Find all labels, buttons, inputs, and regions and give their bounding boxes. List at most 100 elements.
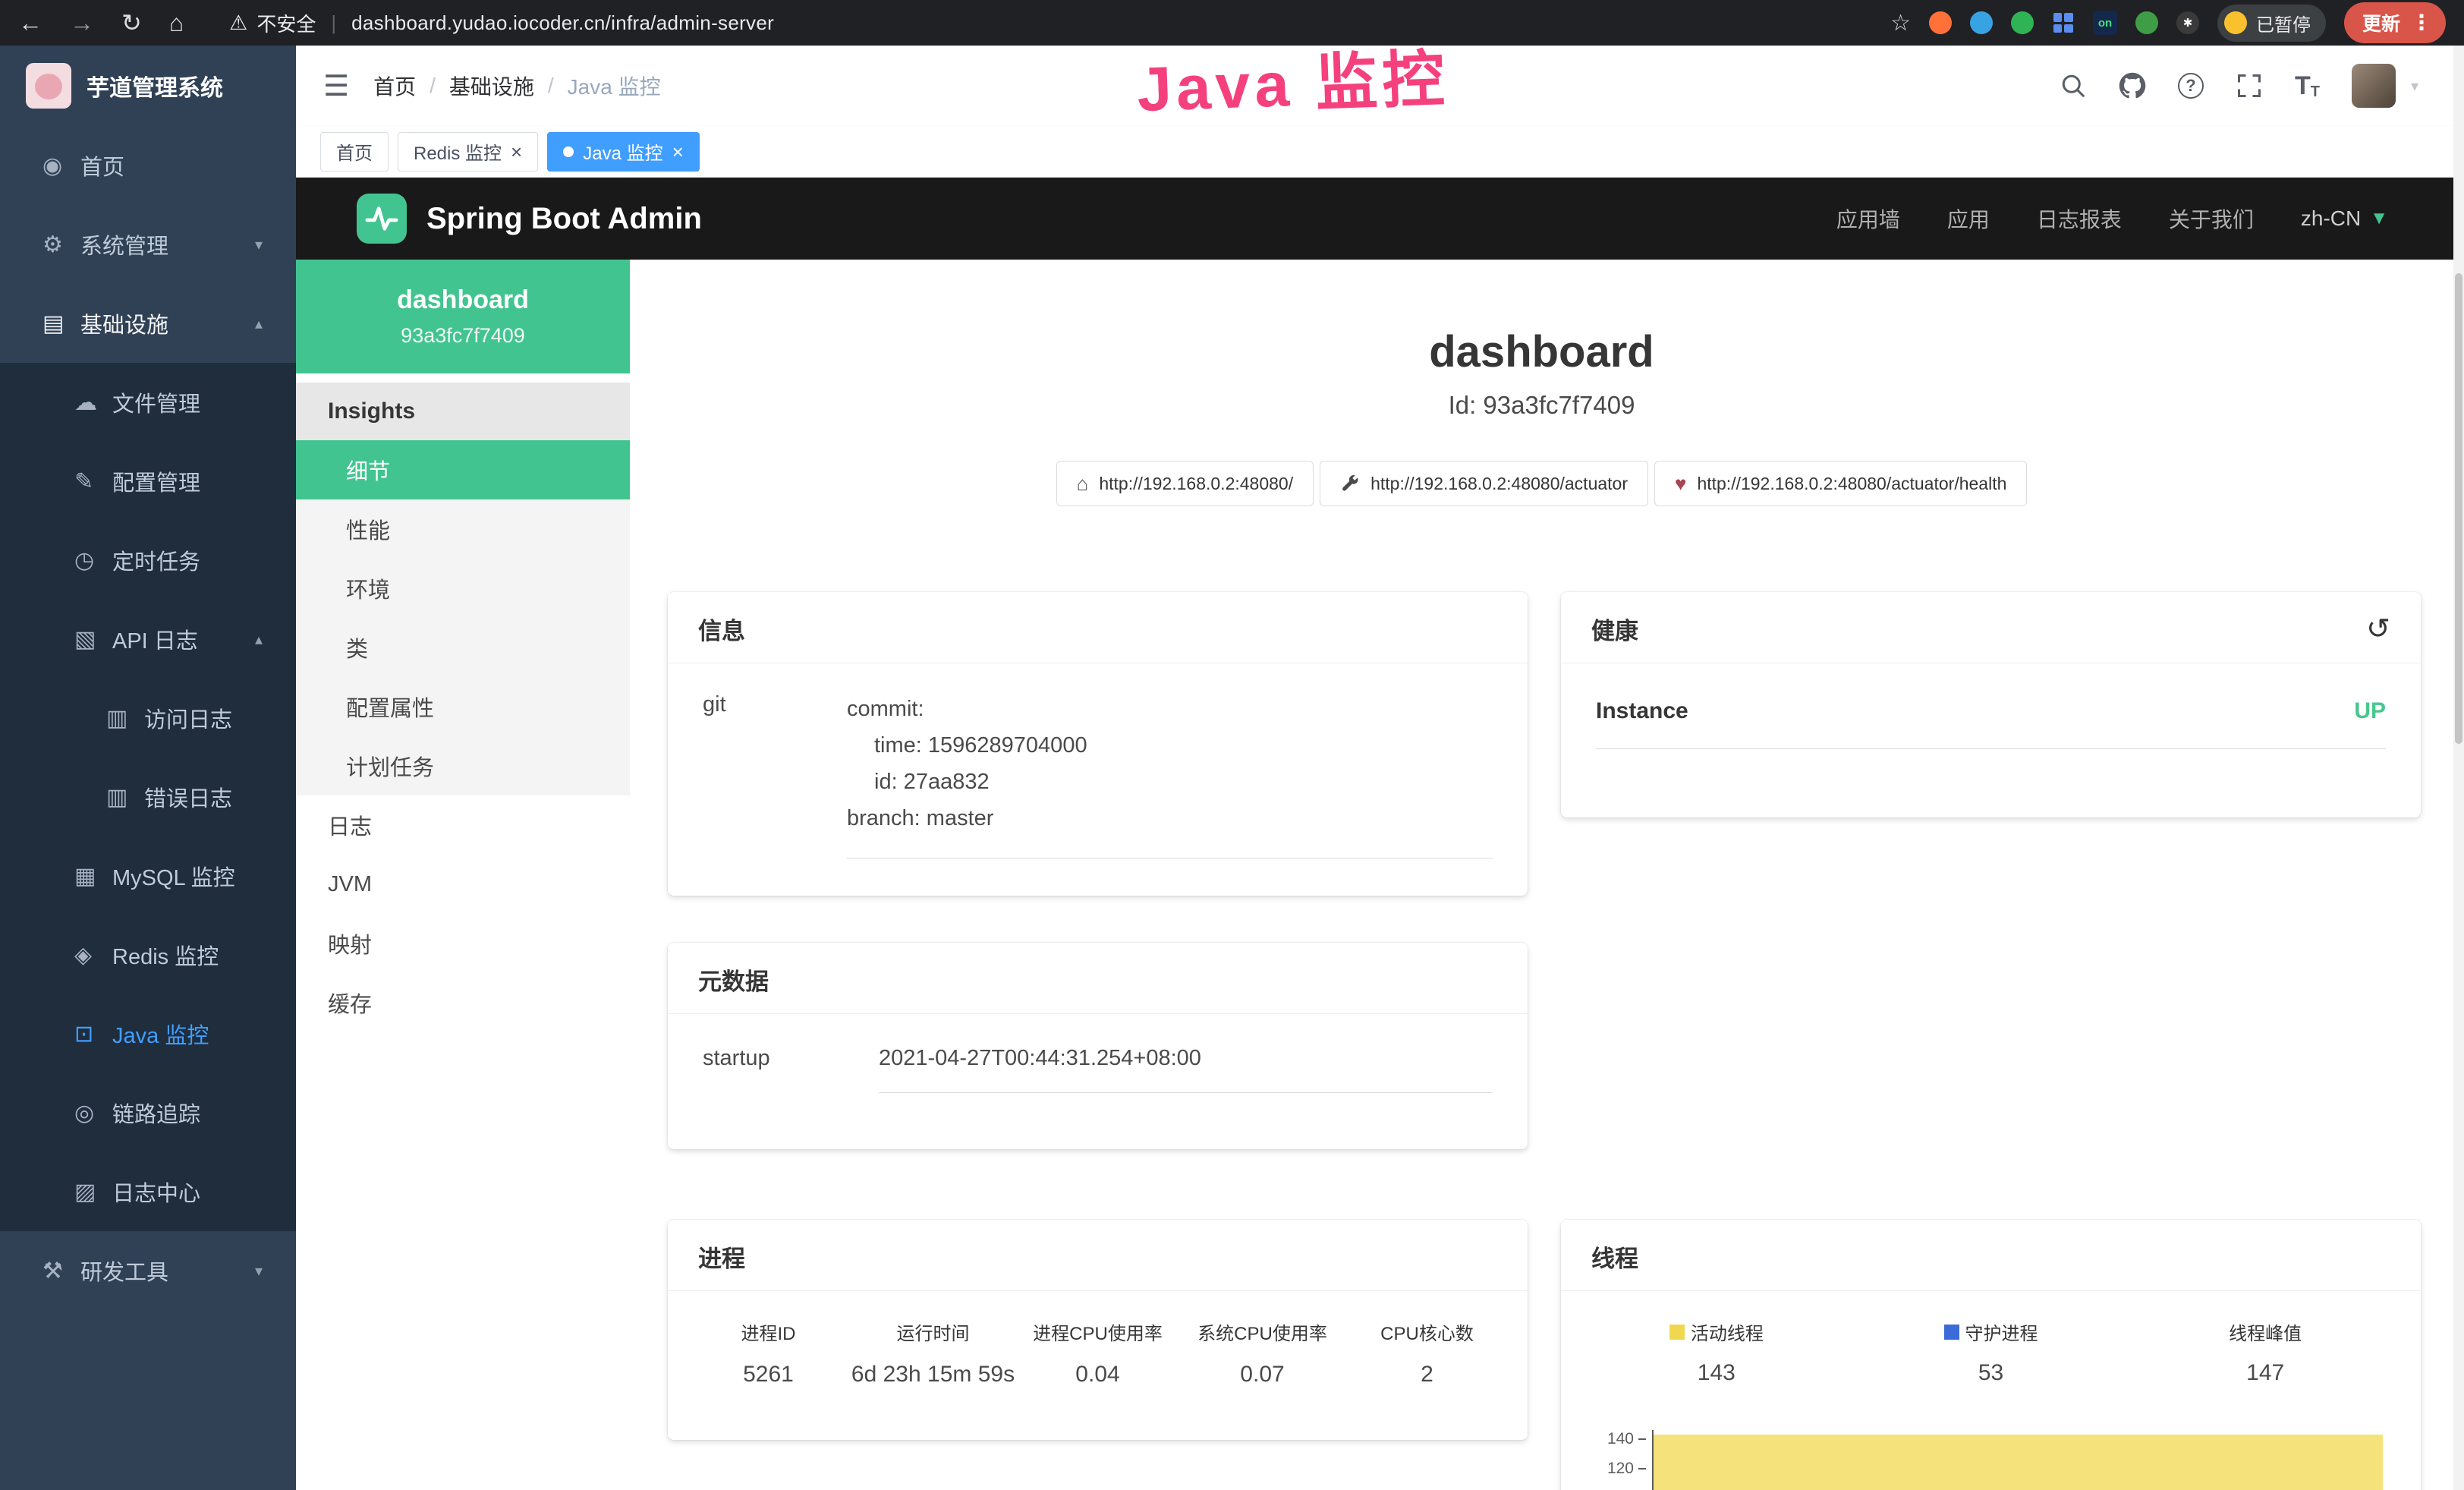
sba-item-metrics[interactable]: 性能: [296, 499, 630, 559]
extension-icon-grid[interactable]: [2052, 11, 2075, 34]
health-card-header: 健康 ↺: [1561, 592, 2421, 663]
sidebar-item-java-monitor[interactable]: ⊡ Java 监控: [0, 994, 296, 1073]
sidebar-item-file-management[interactable]: ☁ 文件管理: [0, 363, 296, 442]
sba-item-caches[interactable]: 缓存: [296, 973, 630, 1032]
trace-icon: ◎: [74, 1100, 112, 1126]
java-monitor-icon: ⊡: [74, 1021, 112, 1047]
tab-redis-monitor[interactable]: Redis 监控 ×: [398, 132, 538, 172]
cards-column-right: 健康 ↺ Instance UP 线程 活动线程: [1561, 592, 2421, 1490]
extension-icon-on[interactable]: on: [2093, 11, 2117, 35]
metadata-card-header: 元数据: [668, 943, 1528, 1014]
close-icon[interactable]: ×: [511, 142, 522, 162]
heart-icon: ♥: [1675, 474, 1686, 493]
sidebar-item-api-logs[interactable]: ▧ API 日志 ▴: [0, 600, 296, 679]
sidebar-item-home[interactable]: ◉ 首页: [0, 126, 296, 205]
page-title: dashboard: [630, 326, 2453, 377]
sidebar-item-scheduled-tasks[interactable]: ◷ 定时任务: [0, 521, 296, 600]
chart-area-live-threads: [1654, 1435, 2383, 1490]
sba-item-scheduled[interactable]: 计划任务: [296, 736, 630, 795]
breadcrumb-home[interactable]: 首页: [373, 71, 416, 101]
github-icon[interactable]: [2119, 72, 2146, 99]
sba-nav-journal[interactable]: 日志报表: [2037, 203, 2122, 234]
sba-item-classes[interactable]: 类: [296, 618, 630, 677]
info-value: commit: time: 1596289704000 id: 27aa832 …: [847, 691, 1493, 858]
sba-item-environment[interactable]: 环境: [296, 559, 630, 618]
chevron-up-icon: ▴: [255, 314, 263, 333]
service-url-button[interactable]: ⌂ http://192.168.0.2:48080/: [1056, 461, 1314, 506]
extension-icon-leaf[interactable]: [2135, 11, 2158, 34]
health-card: 健康 ↺ Instance UP: [1561, 592, 2421, 817]
font-size-icon[interactable]: TT: [2295, 71, 2320, 101]
y-axis-tick: 120: [1579, 1460, 1646, 1478]
sidebar-item-log-center[interactable]: ▨ 日志中心: [0, 1152, 296, 1231]
fullscreen-icon[interactable]: [2236, 72, 2263, 99]
sidebar-item-access-logs[interactable]: ▥ 访问日志: [0, 679, 296, 758]
legend-daemon-threads: 守护进程 53: [1854, 1318, 2129, 1386]
sidebar-item-error-logs[interactable]: ▥ 错误日志: [0, 758, 296, 836]
forward-icon[interactable]: →: [70, 11, 94, 35]
process-col-uptime: 运行时间 6d 23h 15m 59s: [851, 1318, 1015, 1388]
breadcrumb-infrastructure[interactable]: 基础设施: [449, 71, 534, 101]
sidebar-item-redis-monitor[interactable]: ◈ Redis 监控: [0, 915, 296, 994]
scrollbar-thumb[interactable]: [2455, 273, 2462, 744]
history-icon[interactable]: ↺: [2366, 615, 2390, 644]
sba-language-select[interactable]: zh-CN ▼: [2301, 206, 2388, 231]
sba-item-config-props[interactable]: 配置属性: [296, 677, 630, 736]
app-logo[interactable]: 芋道管理系统: [0, 46, 296, 126]
reload-icon[interactable]: ↻: [121, 11, 142, 35]
sba-item-details[interactable]: 细节: [296, 440, 630, 499]
update-button[interactable]: 更新 ⋮: [2344, 2, 2446, 43]
sba-nav-wallboard[interactable]: 应用墙: [1836, 203, 1900, 234]
bookmark-icon[interactable]: ☆: [1890, 10, 1911, 36]
extension-icon-green[interactable]: [2011, 11, 2034, 34]
sidebar-item-trace[interactable]: ◎ 链路追踪: [0, 1073, 296, 1152]
home-icon: ⌂: [1077, 474, 1089, 493]
legend-swatch-blue: [1944, 1325, 1959, 1340]
insights-section-title: Insights: [296, 383, 630, 440]
instance-id: 93a3fc7f7409: [401, 324, 525, 348]
metadata-key: startup: [703, 1046, 879, 1093]
sba-nav-applications[interactable]: 应用: [1947, 203, 1990, 234]
threads-legend: 活动线程 143 守护进程 53 线程峰值: [1579, 1318, 2403, 1386]
actuator-url-button[interactable]: http://192.168.0.2:48080/actuator: [1320, 461, 1648, 506]
info-card-header: 信息: [668, 592, 1528, 663]
instance-links: ⌂ http://192.168.0.2:48080/ http://192.1…: [630, 461, 2453, 506]
process-col-system-cpu: 系统CPU使用率 0.07: [1180, 1318, 1345, 1388]
help-icon[interactable]: ?: [2178, 73, 2204, 99]
clock-icon: ◷: [74, 547, 112, 574]
paused-badge[interactable]: 已暂停: [2217, 5, 2326, 42]
back-icon[interactable]: ←: [18, 11, 42, 35]
breadcrumb-separator: /: [548, 74, 554, 98]
y-axis-tick: 140: [1579, 1430, 1646, 1448]
chart-plot-area: [1652, 1430, 2383, 1490]
extension-icon-drop[interactable]: [1970, 11, 1993, 34]
tab-home[interactable]: 首页: [320, 132, 389, 172]
process-card-body: 进程ID 5261 运行时间 6d 23h 15m 59s 进程CPU使用率 0…: [668, 1291, 1528, 1415]
sba-item-logs[interactable]: 日志: [296, 795, 630, 855]
chevron-down-icon: ▾: [255, 235, 263, 254]
health-url-button[interactable]: ♥ http://192.168.0.2:48080/actuator/heal…: [1654, 461, 2027, 506]
instance-header[interactable]: dashboard 93a3fc7f7409: [296, 260, 630, 373]
sba-brand[interactable]: Spring Boot Admin: [426, 202, 702, 236]
address-bar[interactable]: ⚠ 不安全 | dashboard.yudao.iocoder.cn/infra…: [229, 9, 774, 37]
tab-java-monitor[interactable]: Java 监控 ×: [547, 132, 700, 172]
avatar[interactable]: [2352, 64, 2396, 108]
sidebar-item-system-management[interactable]: ⚙ 系统管理 ▾: [0, 205, 296, 284]
sba-item-mappings[interactable]: 映射: [296, 914, 630, 973]
page-scrollbar[interactable]: [2453, 46, 2464, 1490]
home-icon[interactable]: ⌂: [169, 11, 184, 35]
sidebar-item-infrastructure[interactable]: ▤ 基础设施 ▴: [0, 284, 296, 363]
smiley-icon: [2224, 11, 2247, 34]
hamburger-icon[interactable]: ☰: [323, 69, 349, 103]
sidebar-item-config-management[interactable]: ✎ 配置管理: [0, 442, 296, 521]
close-icon[interactable]: ×: [672, 142, 684, 162]
extension-icon-pin[interactable]: ✱: [2176, 11, 2199, 34]
sidebar-item-dev-tools[interactable]: ⚒ 研发工具 ▾: [0, 1231, 296, 1310]
extension-icon-orange[interactable]: [1929, 11, 1952, 34]
metadata-card-body: startup 2021-04-27T00:44:31.254+08:00: [668, 1014, 1528, 1093]
sba-nav-about[interactable]: 关于我们: [2169, 203, 2254, 234]
sidebar-item-mysql-monitor[interactable]: ▦ MySQL 监控: [0, 836, 296, 915]
search-icon[interactable]: [2060, 72, 2087, 99]
health-row: Instance UP: [1596, 698, 2386, 749]
sba-item-jvm[interactable]: JVM: [296, 855, 630, 914]
